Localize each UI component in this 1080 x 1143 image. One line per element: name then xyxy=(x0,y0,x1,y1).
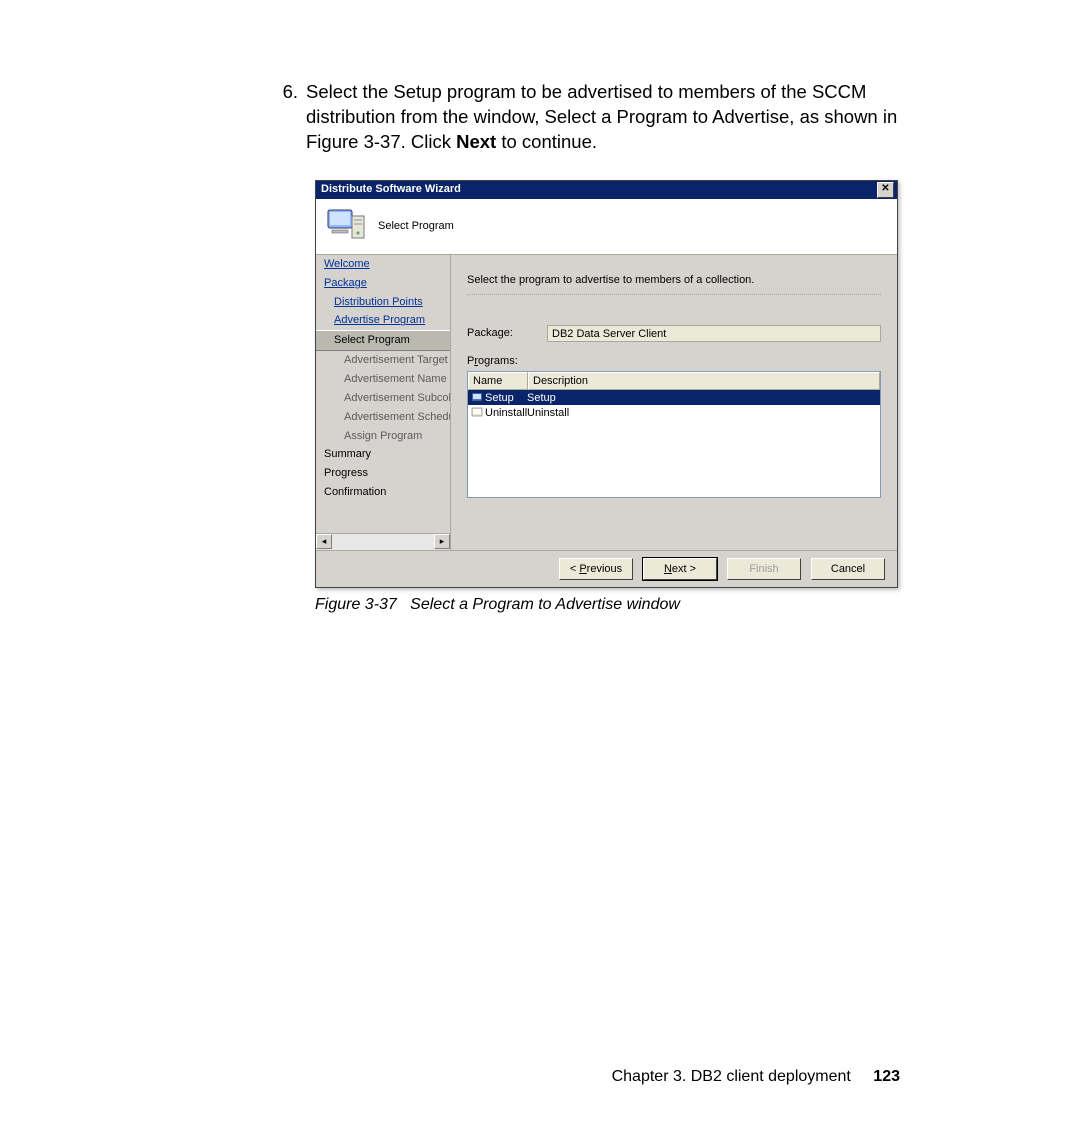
sidebar-item-advertisement-name: Advertisement Name xyxy=(316,370,450,389)
page-footer: Chapter 3. DB2 client deployment 123 xyxy=(0,1066,1080,1088)
program-icon xyxy=(470,391,483,404)
previous-button[interactable]: < Previous xyxy=(559,558,633,580)
sidebar-item-advertisement-schedule: Advertisement Schedule xyxy=(316,408,450,427)
window-title: Distribute Software Wizard xyxy=(321,182,461,197)
sidebar-item-distribution-points[interactable]: Distribution Points xyxy=(316,293,450,312)
sidebar-item-progress: Progress xyxy=(316,464,450,483)
sidebar-item-confirmation: Confirmation xyxy=(316,483,450,502)
programs-header: Name Description xyxy=(468,372,880,391)
wizard-page-title: Select Program xyxy=(378,219,454,234)
sidebar-item-assign-program: Assign Program xyxy=(316,427,450,446)
instruction-text: Select the program to advertise to membe… xyxy=(467,273,881,295)
program-icon xyxy=(470,406,483,419)
wizard-sidebar: Welcome Package Distribution Points Adve… xyxy=(316,255,451,550)
col-description[interactable]: Description xyxy=(528,372,880,391)
sidebar-item-select-program[interactable]: Select Program xyxy=(316,330,450,351)
finish-button: Finish xyxy=(727,558,801,580)
sidebar-item-advertisement-target: Advertisement Target xyxy=(316,351,450,370)
scroll-right-icon[interactable]: ▸ xyxy=(434,534,450,549)
step-text: Select the Setup program to be advertise… xyxy=(306,80,900,155)
sidebar-item-advertise-program[interactable]: Advertise Program xyxy=(316,311,450,330)
sidebar-scrollbar[interactable]: ◂ ▸ xyxy=(316,533,450,550)
programs-list[interactable]: Name Description Setup Setup xyxy=(467,371,881,498)
wizard-header: Select Program xyxy=(316,199,897,255)
sidebar-item-welcome[interactable]: Welcome xyxy=(316,255,450,274)
step-6: 6. Select the Setup program to be advert… xyxy=(270,80,900,155)
col-name[interactable]: Name xyxy=(468,372,528,391)
package-value: DB2 Data Server Client xyxy=(547,325,881,342)
next-button[interactable]: Next > xyxy=(643,558,717,580)
programs-label: Programs: xyxy=(467,354,881,369)
program-row-setup[interactable]: Setup Setup xyxy=(468,390,880,405)
close-icon[interactable]: ✕ xyxy=(877,182,894,198)
computer-icon xyxy=(326,206,366,246)
scroll-left-icon[interactable]: ◂ xyxy=(316,534,332,549)
cancel-button[interactable]: Cancel xyxy=(811,558,885,580)
package-label: Package: xyxy=(467,326,547,341)
sidebar-item-summary: Summary xyxy=(316,445,450,464)
wizard-content: Select the program to advertise to membe… xyxy=(451,255,897,550)
sidebar-item-advertisement-subcollect: Advertisement Subcollec xyxy=(316,389,450,408)
step-number: 6. xyxy=(270,80,298,105)
title-bar: Distribute Software Wizard ✕ xyxy=(316,181,897,199)
distribute-software-wizard-window: Distribute Software Wizard ✕ Select Prog… xyxy=(315,180,898,588)
wizard-button-row: < Previous Next > Finish Cancel xyxy=(316,550,897,587)
program-row-uninstall[interactable]: Uninstall Uninstall xyxy=(468,405,880,420)
sidebar-item-package[interactable]: Package xyxy=(316,274,450,293)
figure-caption: Figure 3-37 Select a Program to Advertis… xyxy=(315,594,900,616)
